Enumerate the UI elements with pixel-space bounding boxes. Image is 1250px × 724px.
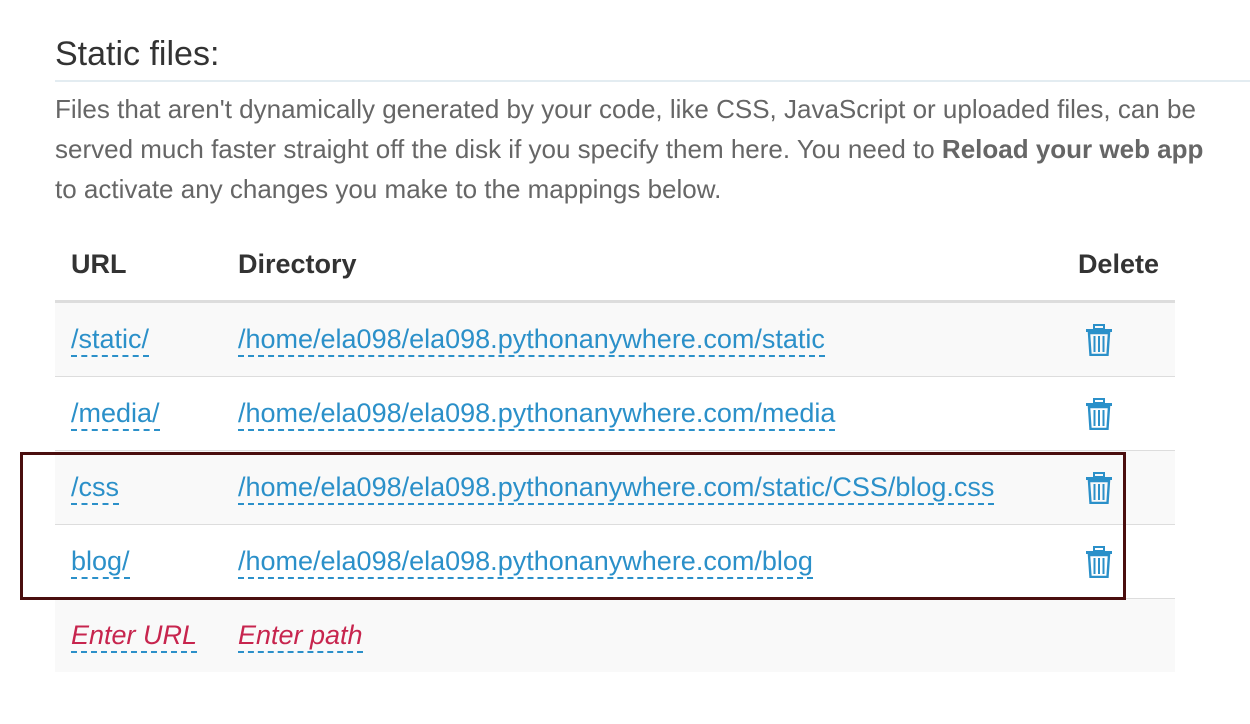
directory-cell: /home/ela098/ela098.pythonanywhere.com/s…	[221, 450, 1062, 525]
trash-icon[interactable]	[1084, 545, 1114, 579]
url-edit-link[interactable]: blog/	[71, 546, 130, 579]
intro-text-end: to activate any changes you make to the …	[55, 174, 722, 204]
directory-edit-link[interactable]: /home/ela098/ela098.pythonanywhere.com/b…	[237, 546, 813, 579]
table-row: /media/ /home/ela098/ela098.pythonanywhe…	[55, 376, 1175, 451]
trash-icon[interactable]	[1084, 323, 1114, 357]
static-files-page: Static files: Files that aren't dynamica…	[0, 0, 1250, 724]
url-cell: /static/	[55, 301, 222, 377]
enter-url-input[interactable]: Enter URL	[71, 620, 198, 653]
table-header-row: URL Directory Delete	[55, 228, 1175, 303]
directory-cell: /home/ela098/ela098.pythonanywhere.com/b…	[221, 524, 1062, 599]
directory-cell: /home/ela098/ela098.pythonanywhere.com/m…	[221, 376, 1062, 451]
trash-icon[interactable]	[1084, 471, 1114, 505]
new-mapping-row: Enter URL Enter path	[55, 598, 1175, 672]
directory-edit-link[interactable]: /home/ela098/ela098.pythonanywhere.com/s…	[237, 472, 995, 505]
table-row: /css /home/ela098/ela098.pythonanywhere.…	[55, 450, 1175, 525]
url-column-header: URL	[55, 228, 222, 303]
title-divider	[55, 80, 1250, 82]
url-edit-link[interactable]: /css	[71, 472, 120, 505]
delete-cell	[1061, 450, 1175, 525]
new-url-cell: Enter URL	[55, 598, 222, 672]
url-edit-link[interactable]: /media/	[71, 398, 160, 431]
section-title: Static files:	[55, 35, 220, 73]
url-cell: /css	[55, 450, 222, 525]
delete-cell	[1061, 524, 1175, 599]
directory-column-header: Directory	[221, 228, 1062, 303]
delete-column-header: Delete	[1061, 228, 1175, 303]
directory-edit-link[interactable]: /home/ela098/ela098.pythonanywhere.com/s…	[237, 324, 825, 357]
intro-paragraph: Files that aren't dynamically generated …	[55, 89, 1205, 209]
url-cell: /media/	[55, 376, 222, 451]
enter-path-input[interactable]: Enter path	[237, 620, 363, 653]
static-files-table: URL Directory Delete /static/ /home/ela0…	[55, 228, 1175, 672]
url-edit-link[interactable]: /static/	[71, 324, 150, 357]
delete-cell	[1061, 376, 1175, 451]
new-delete-cell	[1061, 598, 1175, 672]
url-cell: blog/	[55, 524, 222, 599]
trash-icon[interactable]	[1084, 397, 1114, 431]
new-path-cell: Enter path	[221, 598, 1062, 672]
directory-cell: /home/ela098/ela098.pythonanywhere.com/s…	[221, 301, 1062, 377]
reload-web-app-text: Reload your web app	[941, 134, 1204, 164]
delete-cell	[1061, 301, 1175, 377]
table-row: /static/ /home/ela098/ela098.pythonanywh…	[55, 301, 1175, 377]
directory-edit-link[interactable]: /home/ela098/ela098.pythonanywhere.com/m…	[237, 398, 836, 431]
table-row: blog/ /home/ela098/ela098.pythonanywhere…	[55, 524, 1175, 599]
